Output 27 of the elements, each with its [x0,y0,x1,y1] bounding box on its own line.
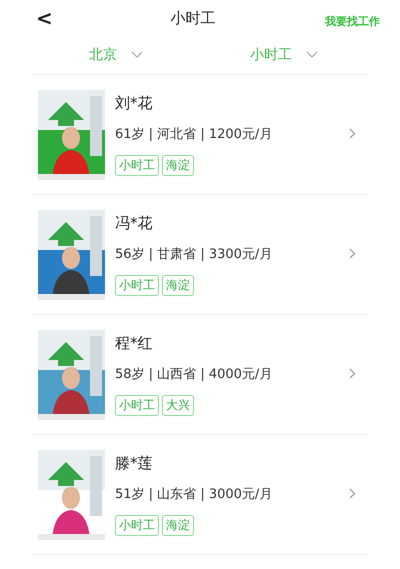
chevron-right-icon[interactable] [349,248,356,259]
tag: 大兴 [162,394,194,416]
worker-name: 冯*花 [115,214,154,232]
tag: 海淀 [162,154,194,176]
tag: 小时工 [115,154,159,176]
tag: 海淀 [162,274,194,296]
chevron-right-icon[interactable] [349,128,356,139]
filter-dropdown[interactable]: 小时工 [200,36,368,74]
chevron-down-icon [306,51,318,59]
tag: 小时工 [115,274,159,296]
filter-dropdown[interactable]: 北京 [32,36,200,74]
worker-info: 58岁 | 山西省 | 4000元/月 [115,366,272,382]
worker-name: 滕*莲 [115,454,154,472]
back-button[interactable]: < [36,6,53,30]
worker-info: 61岁 | 河北省 | 1200元/月 [115,126,272,142]
tag: 海淀 [162,514,194,536]
worker-info: 51岁 | 山东省 | 3000元/月 [115,486,272,502]
chevron-right-icon[interactable] [349,368,356,379]
worker-name: 程*红 [115,334,154,352]
worker-name: 刘*花 [115,94,154,112]
chevron-down-icon [131,51,143,59]
page-title: 小时工 [170,8,216,28]
find-job-link[interactable]: 我要找工作 [325,14,380,28]
chevron-right-icon[interactable] [349,488,356,499]
worker-info: 56岁 | 甘肃省 | 3300元/月 [115,246,272,262]
tag: 小时工 [115,394,159,416]
tag: 小时工 [115,514,159,536]
